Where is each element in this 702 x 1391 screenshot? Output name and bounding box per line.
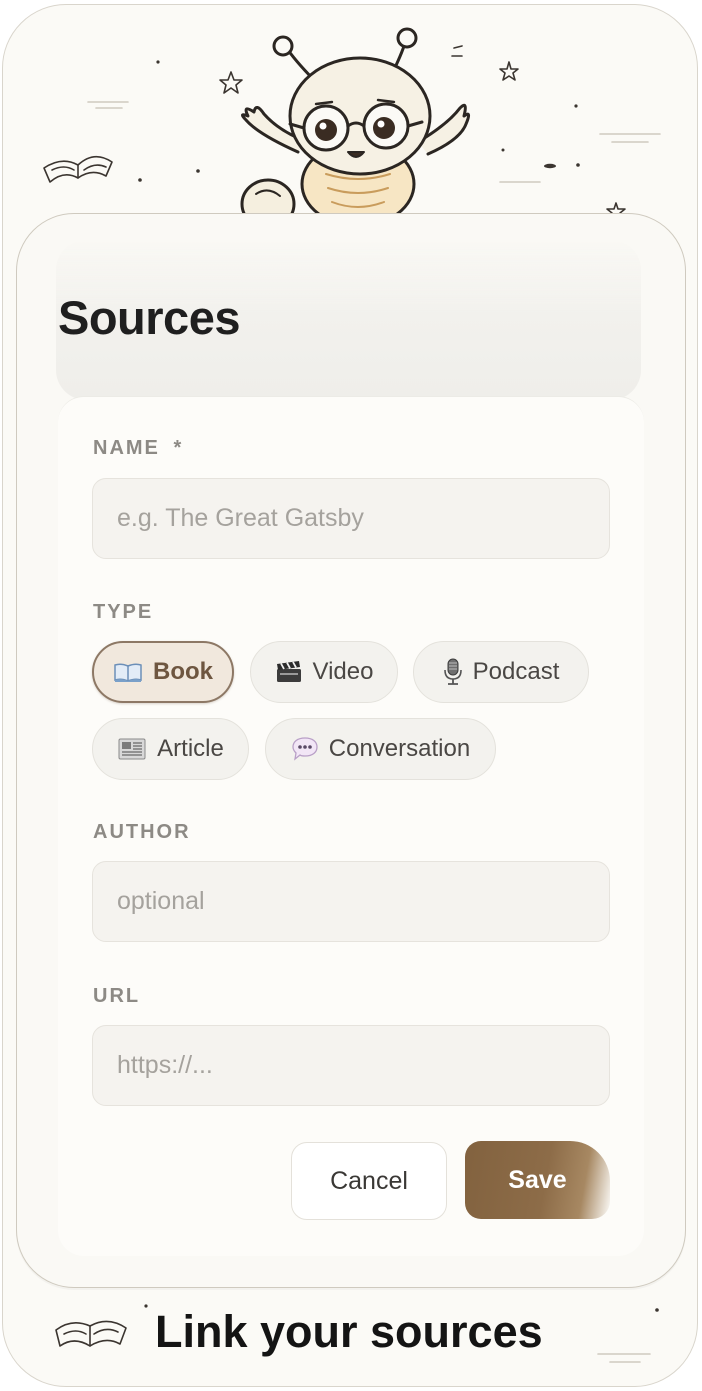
required-mark: * (173, 437, 184, 459)
book-icon (113, 661, 143, 683)
name-input[interactable] (92, 478, 610, 559)
type-chip-conversation[interactable]: Conversation (265, 718, 496, 780)
author-input[interactable] (92, 861, 610, 942)
type-chip-label: Book (153, 658, 213, 685)
newspaper-icon (117, 737, 147, 761)
type-chip-label: Podcast (472, 658, 560, 685)
url-label: URL (93, 985, 141, 1007)
page-title: Sources (58, 291, 240, 344)
type-chip-label: Conversation (328, 735, 471, 762)
type-chip-label: Article (157, 735, 224, 762)
type-chip-book[interactable]: Book (92, 641, 234, 703)
clapperboard-icon (275, 660, 303, 684)
footer-caption: Link your sources (155, 1306, 543, 1357)
open-book-icon (55, 1320, 127, 1347)
name-label: NAME * (93, 437, 183, 460)
microphone-icon (443, 658, 463, 686)
type-chip-label: Video (312, 658, 374, 685)
type-chip-podcast[interactable]: Podcast (413, 641, 589, 703)
type-chip-video[interactable]: Video (250, 641, 398, 703)
type-chip-article[interactable]: Article (92, 718, 249, 780)
type-label: TYPE (93, 601, 154, 623)
name-label-text: NAME (93, 437, 160, 459)
author-label: AUTHOR (93, 821, 191, 843)
cancel-button[interactable]: Cancel (291, 1142, 447, 1220)
url-input[interactable] (92, 1025, 610, 1106)
save-button[interactable]: Save (465, 1141, 610, 1219)
speech-bubble-icon (291, 736, 319, 762)
mascot-bug-illustration (240, 27, 471, 224)
